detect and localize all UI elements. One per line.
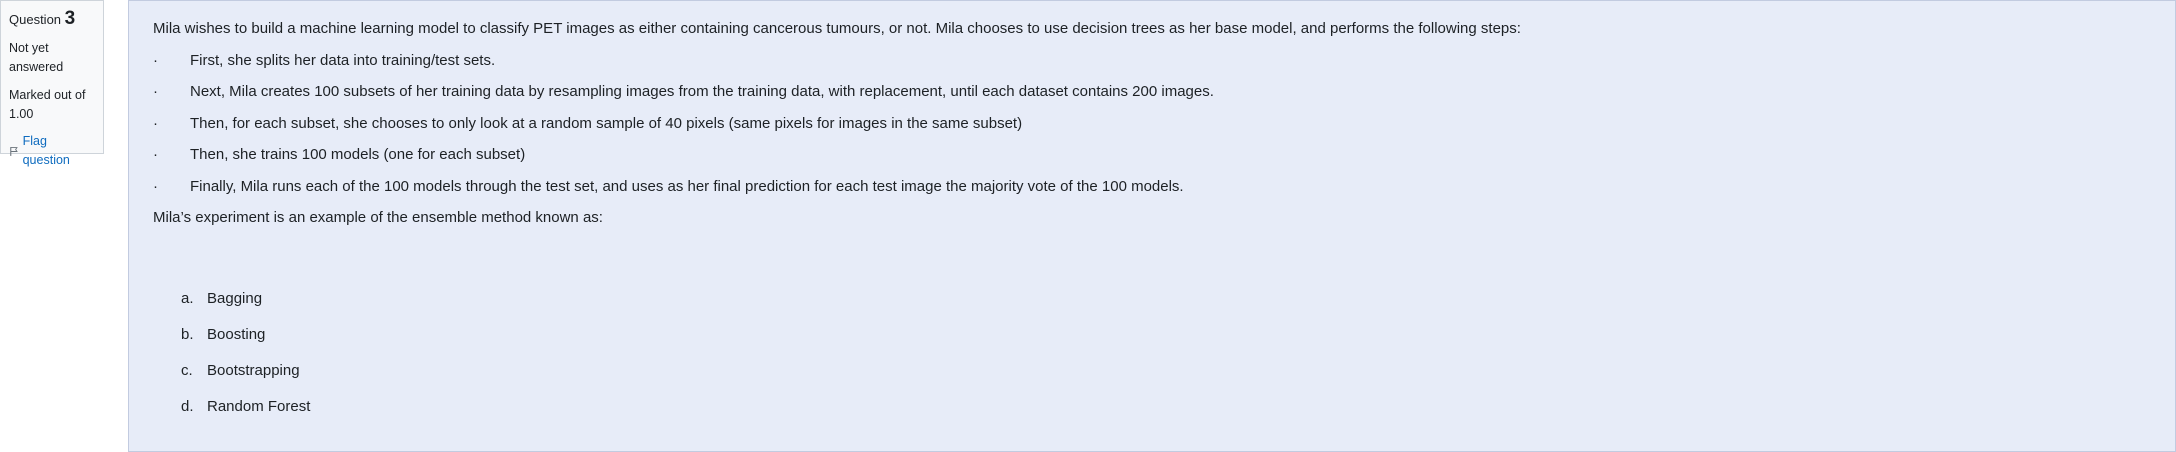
step-text: Next, Mila creates 100 subsets of her tr… [190, 83, 1214, 100]
answer-letter: d. [181, 398, 194, 415]
answer-option-c[interactable]: c. Bootstrapping [181, 361, 310, 397]
question-text: Mila wishes to build a machine learning … [153, 19, 2151, 228]
flag-question-link[interactable]: Flag question [9, 132, 95, 170]
question-number-value: 3 [64, 8, 76, 29]
step-text: First, she splits her data into training… [190, 51, 496, 69]
step-text: Finally, Mila runs each of the 100 model… [190, 177, 1184, 195]
question-step: · Then, she trains 100 models (one for ea… [153, 145, 2151, 165]
answer-text: Random Forest [207, 398, 311, 415]
answer-letter: b. [181, 326, 194, 343]
answer-text: Boosting [207, 326, 266, 343]
question-grade: Marked out of 1.00 [9, 88, 86, 121]
flag-icon [10, 146, 18, 156]
question-intro: Mila wishes to build a machine learning … [153, 20, 1521, 37]
question-step: · First, she splits her data into trainin… [153, 51, 2151, 71]
step-text: Then, she trains 100 models (one for eac… [190, 146, 526, 163]
bullet-symbol: · [153, 177, 158, 195]
question-step: · Next, Mila creates 100 subsets of her t… [153, 82, 2151, 102]
step-text: Then, for each subset, she chooses to on… [190, 114, 1023, 132]
question-number: Question 3 [9, 9, 95, 29]
answer-letter: a. [181, 290, 194, 307]
answer-text: Bootstrapping [207, 362, 300, 379]
answer-option-b[interactable]: b. Boosting [181, 325, 310, 361]
question-state: Not yet answered [9, 41, 64, 74]
bullet-symbol: · [153, 114, 158, 132]
answer-option-a[interactable]: a. Bagging [181, 289, 310, 325]
question-prompt: Mila’s experiment is an example of the e… [153, 209, 603, 226]
question-content: Mila wishes to build a machine learning … [128, 0, 2176, 452]
answer-options: a. Bagging b. Boosting c. Bootstrapping … [181, 289, 310, 433]
question-step: · Then, for each subset, she chooses to o… [153, 114, 2151, 134]
question-step: · Finally, Mila runs each of the 100 mode… [153, 177, 2151, 197]
question-info-panel: Question 3 Not yet answered Marked out o… [0, 0, 104, 167]
answer-letter: c. [181, 362, 193, 379]
bullet-symbol: · [153, 51, 158, 69]
flag-question-label: Flag question [22, 134, 70, 167]
bullet-symbol: · [153, 83, 158, 100]
answer-text: Bagging [207, 290, 263, 307]
answer-option-d[interactable]: d. Random Forest [181, 397, 310, 433]
bullet-symbol: · [153, 146, 158, 163]
question-label: Question [9, 12, 62, 27]
